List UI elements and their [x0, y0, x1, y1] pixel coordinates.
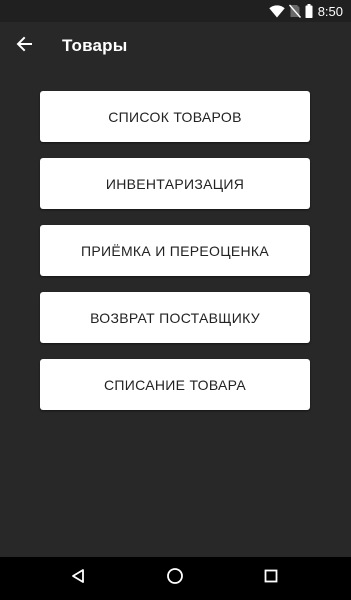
navigation-bar — [0, 557, 351, 600]
back-button[interactable] — [6, 28, 42, 64]
recents-square-icon — [264, 569, 278, 588]
nav-home-button[interactable] — [151, 557, 199, 600]
goods-list-button[interactable]: СПИСОК ТОВАРОВ — [40, 91, 310, 142]
write-off-button[interactable]: СПИСАНИЕ ТОВАРА — [40, 359, 310, 410]
status-bar: 8:50 — [0, 0, 351, 22]
page-title: Товары — [62, 36, 128, 55]
status-time: 8:50 — [317, 3, 343, 19]
battery-icon — [305, 4, 313, 18]
back-triangle-icon — [70, 568, 86, 589]
status-icons: 8:50 — [265, 0, 343, 22]
no-sim-icon — [288, 4, 301, 18]
nav-back-button[interactable] — [54, 557, 102, 600]
app-bar: Товары — [0, 22, 351, 70]
arrow-left-icon — [16, 36, 32, 57]
wifi-icon — [268, 4, 285, 18]
home-circle-icon — [166, 567, 184, 590]
receiving-repricing-button[interactable]: ПРИЁМКА И ПЕРЕОЦЕНКА — [40, 225, 310, 276]
inventory-button[interactable]: ИНВЕНТАРИЗАЦИЯ — [40, 158, 310, 209]
supplier-return-button[interactable]: ВОЗВРАТ ПОСТАВЩИКУ — [40, 292, 310, 343]
nav-recents-button[interactable] — [247, 557, 295, 600]
goods-menu: СПИСОК ТОВАРОВ ИНВЕНТАРИЗАЦИЯ ПРИЁМКА И … — [40, 91, 310, 426]
